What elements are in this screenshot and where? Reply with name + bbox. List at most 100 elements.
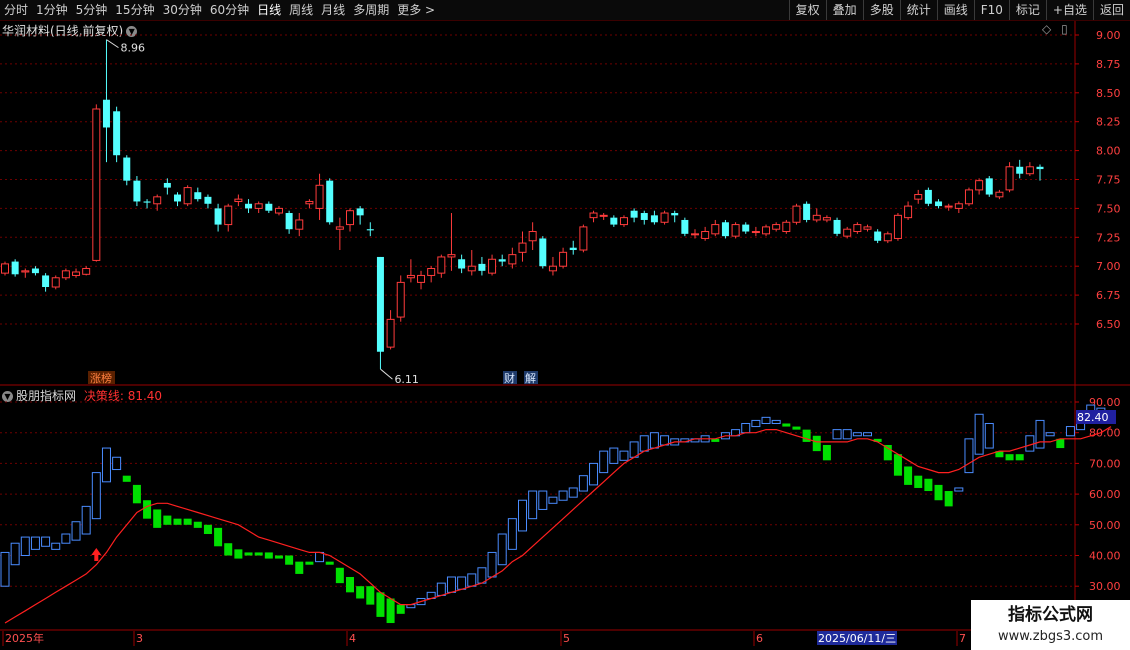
- indicator-bar-down: [234, 549, 243, 559]
- kline-chart[interactable]: 9.00 8.75 8.50 8.25 8.00 7.75 7.50 7.25 7.00 6.75…: [0, 0, 1130, 650]
- indicator-bar-up: [964, 438, 974, 474]
- price-axis-label: 8.00: [1096, 145, 1121, 158]
- candle-body-up: [914, 194, 923, 200]
- watermark-title: 指标公式网: [1008, 605, 1093, 625]
- candle-body-down: [721, 222, 729, 237]
- candle-body-down: [681, 219, 689, 234]
- candle-body-up: [51, 277, 60, 288]
- indicator-bar-up: [457, 576, 467, 590]
- indicator-bar-up: [548, 496, 558, 504]
- date-axis-label: 5: [563, 632, 570, 645]
- indicator-bar-down: [782, 423, 791, 427]
- indicator-bar-up: [589, 462, 599, 486]
- candle-body-down: [610, 217, 618, 225]
- indicator-bar-up: [954, 487, 964, 492]
- candle-body-up: [92, 108, 101, 261]
- indicator-bar-up: [1065, 426, 1075, 437]
- indicator-bar-down: [792, 426, 801, 430]
- date-axis-label: 7: [959, 632, 966, 645]
- indicator-bar-down: [893, 454, 902, 476]
- candle-body-up: [396, 281, 405, 318]
- tag-cai: 财: [504, 371, 515, 385]
- indicator-bar-up: [538, 490, 548, 510]
- candle-body-down: [833, 219, 841, 234]
- indicator-bar-down: [203, 524, 212, 535]
- indicator-bar-up: [41, 536, 51, 547]
- candle-body-up: [518, 242, 527, 253]
- candle-body-up: [853, 224, 862, 233]
- price-axis-label: 9.00: [1096, 29, 1121, 42]
- candle-body-up: [619, 217, 628, 226]
- indicator-bar-up: [507, 518, 517, 550]
- indicator-bar-down: [214, 527, 223, 547]
- candle-body-down: [874, 231, 882, 241]
- indicator-bar-down: [1005, 454, 1014, 461]
- candle-body-up: [295, 219, 304, 230]
- candle-body-up: [944, 205, 953, 208]
- candle-body-down: [123, 157, 131, 181]
- indicator-bar-down: [883, 444, 892, 461]
- price-axis-label: 6.75: [1096, 289, 1121, 302]
- price-axis-label: 8.75: [1096, 58, 1121, 71]
- indicator-bar-down: [254, 552, 263, 556]
- candle-body-down: [539, 238, 547, 267]
- candle-body-down: [11, 261, 19, 275]
- candle-body-up: [315, 184, 324, 209]
- candle-body-down: [569, 247, 577, 251]
- candle-body-up: [863, 226, 872, 230]
- date-axis-label: 3: [136, 632, 143, 645]
- candle-body-up: [691, 233, 699, 236]
- candle-body-up: [964, 189, 973, 205]
- candle-body-up: [701, 231, 710, 239]
- candle-body-up: [82, 268, 91, 275]
- indicator-bar-down: [153, 509, 162, 528]
- indicator-bar-up: [112, 456, 122, 471]
- candle-body-up: [21, 270, 30, 273]
- candle-body-down: [102, 99, 110, 128]
- indicator-bar-up: [609, 447, 619, 464]
- indicator-bar-down: [132, 484, 141, 504]
- candle-body-down: [924, 189, 932, 204]
- indicator-bar-down: [396, 604, 405, 614]
- indicator-bar-up: [761, 416, 771, 424]
- candle-body-down: [650, 215, 658, 223]
- candle-body-down: [803, 203, 811, 220]
- indicator-bar-up: [741, 422, 751, 434]
- candle-body-up: [72, 271, 81, 276]
- candle-body-up: [254, 203, 263, 209]
- candle-body-up: [589, 212, 598, 219]
- indicator-bar-up: [984, 422, 994, 449]
- candle-body-up: [548, 265, 557, 272]
- watermark-url: www.zbgs3.com: [997, 629, 1104, 644]
- candle-body-up: [1, 263, 9, 274]
- indicator-bar-down: [285, 555, 294, 565]
- indicator-bar-down: [386, 598, 395, 624]
- indicator-bar-down: [244, 552, 253, 556]
- indicator-bar-up: [30, 536, 40, 550]
- candle-body-down: [326, 180, 334, 223]
- indicator-bar-up: [91, 472, 101, 520]
- indicator-axis-label: 60.00: [1089, 488, 1121, 501]
- candle-body-down: [143, 201, 151, 203]
- indicator-bar-up: [751, 419, 761, 428]
- indicator-bar-down: [914, 475, 923, 488]
- candle-body-up: [1005, 166, 1014, 191]
- candle-body-down: [985, 178, 993, 195]
- indicator-bar-up: [832, 429, 842, 440]
- indicator-bar-up: [649, 432, 659, 449]
- indicator-bar-down: [376, 592, 385, 617]
- indicator-bar-up: [599, 450, 609, 474]
- indicator-bar-up: [81, 505, 91, 535]
- candle-body-up: [61, 270, 70, 279]
- tag-jie: 解: [525, 371, 536, 385]
- candle-body-up: [488, 258, 497, 274]
- candle-body-up: [579, 226, 588, 251]
- price-axis-label: 7.50: [1096, 202, 1121, 215]
- indicator-bar-down: [295, 561, 304, 574]
- candle-body-up: [772, 224, 781, 230]
- indicator-bar-up: [619, 450, 629, 461]
- candle-body-up: [954, 203, 963, 209]
- indicator-bar-down: [163, 515, 172, 525]
- candle-body-down: [671, 213, 679, 216]
- candle-body-up: [812, 214, 821, 221]
